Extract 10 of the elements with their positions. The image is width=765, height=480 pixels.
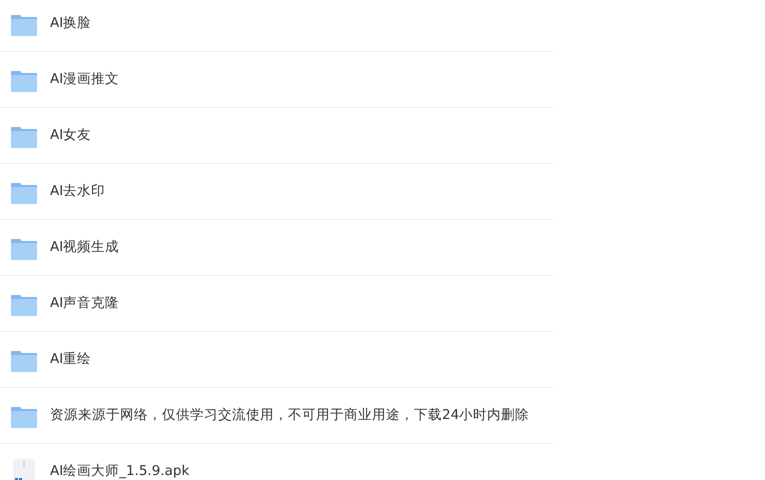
folder-name[interactable]: 资源来源于网络，仅供学习交流使用，不可用于商业用途，下载24小时内删除 bbox=[50, 405, 530, 426]
folder-name[interactable]: AI重绘 bbox=[50, 349, 92, 370]
folder-name[interactable]: AI女友 bbox=[50, 125, 92, 146]
folder-name[interactable]: AI漫画推文 bbox=[50, 69, 120, 90]
folder-name[interactable]: AI去水印 bbox=[50, 181, 106, 202]
file-icon bbox=[10, 458, 38, 480]
folder-name[interactable]: AI换脸 bbox=[50, 13, 92, 34]
file-name[interactable]: AI绘画大师_1.5.9.apk bbox=[50, 461, 190, 480]
folder-name[interactable]: AI视频生成 bbox=[50, 237, 120, 258]
folder-name[interactable]: AI声音克隆 bbox=[50, 293, 120, 314]
